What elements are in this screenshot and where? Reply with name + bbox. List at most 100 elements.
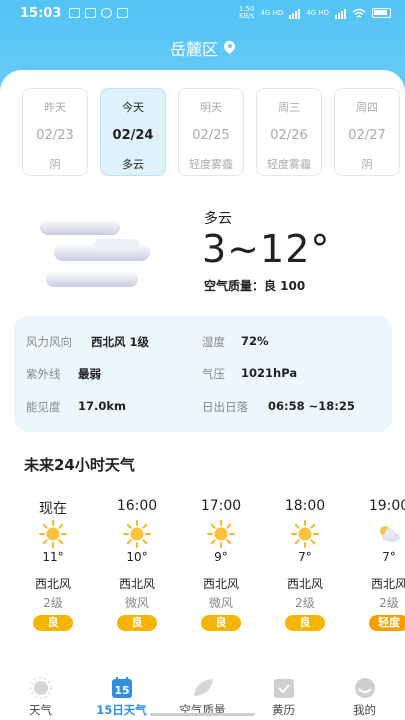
visibility-label: 能见度 xyxy=(26,400,61,414)
hourly-section-title: 未来24小时天气 xyxy=(24,456,135,474)
details-row-2: 紫外线 最弱 气压 1021hPa xyxy=(14,366,392,382)
hour-wind-direction: 西北风 xyxy=(118,577,155,591)
status-time: 15:03 xyxy=(20,5,62,21)
uv-label: 紫外线 xyxy=(26,367,61,381)
day-date: 02/26 xyxy=(270,128,308,143)
message-icon xyxy=(117,8,129,18)
day-name: 周三 xyxy=(278,101,300,114)
tab-item[interactable]: 天气 xyxy=(0,676,81,718)
tab-label: 我的 xyxy=(353,703,376,717)
night-cloudy-icon xyxy=(380,526,400,542)
sync-icon xyxy=(101,8,113,18)
hour-wind-direction: 西北风 xyxy=(286,577,323,591)
current-condition: 多云 xyxy=(204,211,232,227)
day-name: 今天 xyxy=(122,101,144,114)
hour-temperature: 11° xyxy=(42,550,64,564)
hour-wind-level: 微风 xyxy=(208,596,233,610)
uv-value: 最弱 xyxy=(78,367,101,381)
tab-item[interactable]: 15 15日天气 xyxy=(81,676,162,718)
cloudy-icon xyxy=(40,219,150,287)
hourly-item[interactable]: 18:00 7° 西北风 2级良 xyxy=(270,498,340,631)
hourly-item[interactable]: 现在 11° 西北风 2级良 xyxy=(18,498,88,631)
hour-temperature: 10° xyxy=(126,550,148,564)
hour-wind-direction: 西北风 xyxy=(202,577,239,591)
hour-time: 19:00 xyxy=(368,498,405,514)
hourly-item[interactable]: 16:00 10° 西北风 微风良 xyxy=(102,498,172,631)
sun-icon xyxy=(29,677,52,699)
hour-temperature: 7° xyxy=(298,550,312,564)
hour-time: 现在 xyxy=(39,501,67,517)
tab-item[interactable]: 我的 xyxy=(324,676,405,718)
tab-label: 天气 xyxy=(29,703,52,717)
leaf-icon xyxy=(193,679,213,696)
day-card[interactable]: 周四 02/27 阴 xyxy=(334,88,400,176)
hour-wind-direction: 西北风 xyxy=(34,577,71,591)
hourly-item[interactable]: 19:00 7° 西北风 2级 轻度 xyxy=(354,498,405,631)
sun-icon xyxy=(39,520,67,548)
location-pin-icon xyxy=(224,41,235,55)
signal-bars-2-icon xyxy=(335,8,346,19)
hourly-forecast-strip[interactable]: 现在 11° 西北风 2级良 16:00 10° 西北风 微风良 17:00 9° 西北风 微风良 18… xyxy=(0,498,405,638)
tab-item[interactable]: 黄历 xyxy=(243,676,324,718)
pressure-label: 气压 xyxy=(202,367,225,381)
svg-text:15: 15 xyxy=(114,684,129,697)
day-condition: 轻度雾霾 xyxy=(189,158,233,171)
wind-label: 风力风向 xyxy=(26,335,72,349)
location-selector[interactable]: 岳麓区 xyxy=(0,36,405,60)
tab-label: 黄历 xyxy=(272,703,295,717)
signal-bars-icon xyxy=(289,8,301,19)
hourly-item[interactable]: 17:00 9° 西北风微风良 xyxy=(186,498,256,631)
day-name: 周四 xyxy=(356,101,378,114)
hour-time: 18:00 xyxy=(284,498,326,514)
tab-label: 15日天气 xyxy=(96,703,147,717)
tab-item[interactable]: 空气质量 xyxy=(162,676,243,718)
wifi-icon xyxy=(352,8,366,18)
day-condition: 多云 xyxy=(122,158,144,171)
hour-wind-level: 2级 xyxy=(295,596,315,610)
current-temperature-range: 3~12° xyxy=(202,227,331,271)
hour-time: 16:00 xyxy=(116,498,158,514)
day-condition: 轻度雾霾 xyxy=(267,158,311,171)
hour-time: 17:00 xyxy=(200,498,242,514)
network-speed: 1.50 KB/s xyxy=(238,5,255,20)
day-card[interactable]: 昨天 02/23 阴 xyxy=(22,88,88,176)
sunrise-sunset-label: 日出日落 xyxy=(202,400,248,414)
day-date: 02/27 xyxy=(348,128,386,143)
daily-forecast-strip[interactable]: 昨天 02/23 阴今天 02/24 多云 明天 02/25 轻度雾霾 周三 02/26 轻度雾霾周… xyxy=(22,88,405,176)
details-row-3: 能见度 17.0km 日出日落 06:58 ~18:25 xyxy=(14,399,392,415)
day-card[interactable]: 明天 02/25 轻度雾霾 xyxy=(178,88,244,176)
day-date: 02/24 xyxy=(112,128,154,143)
day-card[interactable]: 周三 02/26 轻度雾霾 xyxy=(256,88,322,176)
calendar-15-icon: 15 xyxy=(111,677,132,698)
day-condition: 阴 xyxy=(361,158,373,171)
hour-aqi-badge: 良 xyxy=(33,615,73,631)
hour-wind-level: 微风 xyxy=(124,596,149,610)
current-weather: 多云 3~12° 空气质量：良 100 xyxy=(0,205,405,305)
sun-icon xyxy=(291,520,319,548)
profile-icon xyxy=(354,678,375,698)
weather-details-card: 风力风向 西北风 1级 湿度 72% 紫外线 最弱 气压 1021hPa 能见度… xyxy=(14,316,392,432)
day-name: 昨天 xyxy=(44,101,66,114)
hour-wind-level: 2级 xyxy=(43,596,63,610)
hour-wind-direction: 西北风 xyxy=(370,577,405,591)
visibility-value: 17.0km xyxy=(78,399,127,413)
hour-aqi-badge: 良 xyxy=(201,615,241,631)
sun-icon xyxy=(123,520,151,548)
location-name: 岳麓区 xyxy=(169,40,218,59)
day-card[interactable]: 今天 02/24 多云 xyxy=(100,88,166,176)
sunrise-sunset-value: 06:58 ~18:25 xyxy=(268,399,355,413)
humidity-label: 湿度 xyxy=(202,335,225,349)
status-bar: 15:03 1.50 KB/s 4G HD 4G HD xyxy=(0,0,405,26)
signal-2-label: 4G HD xyxy=(306,9,329,17)
humidity-value: 72% xyxy=(241,334,269,348)
wind-value: 西北风 1级 xyxy=(91,335,150,349)
battery-icon xyxy=(372,8,391,18)
day-name: 明天 xyxy=(200,101,222,114)
home-indicator[interactable] xyxy=(150,713,255,716)
hour-temperature: 9° xyxy=(214,550,228,564)
pressure-value: 1021hPa xyxy=(241,366,298,380)
main-panel: 昨天 02/23 阴今天 02/24 多云 明天 02/25 轻度雾霾 周三 02/26 轻度雾霾周… xyxy=(0,70,405,720)
day-date: 02/25 xyxy=(192,128,230,143)
hour-wind-level: 2级 xyxy=(379,596,399,610)
signal-1-label: 4G HD xyxy=(260,9,284,17)
